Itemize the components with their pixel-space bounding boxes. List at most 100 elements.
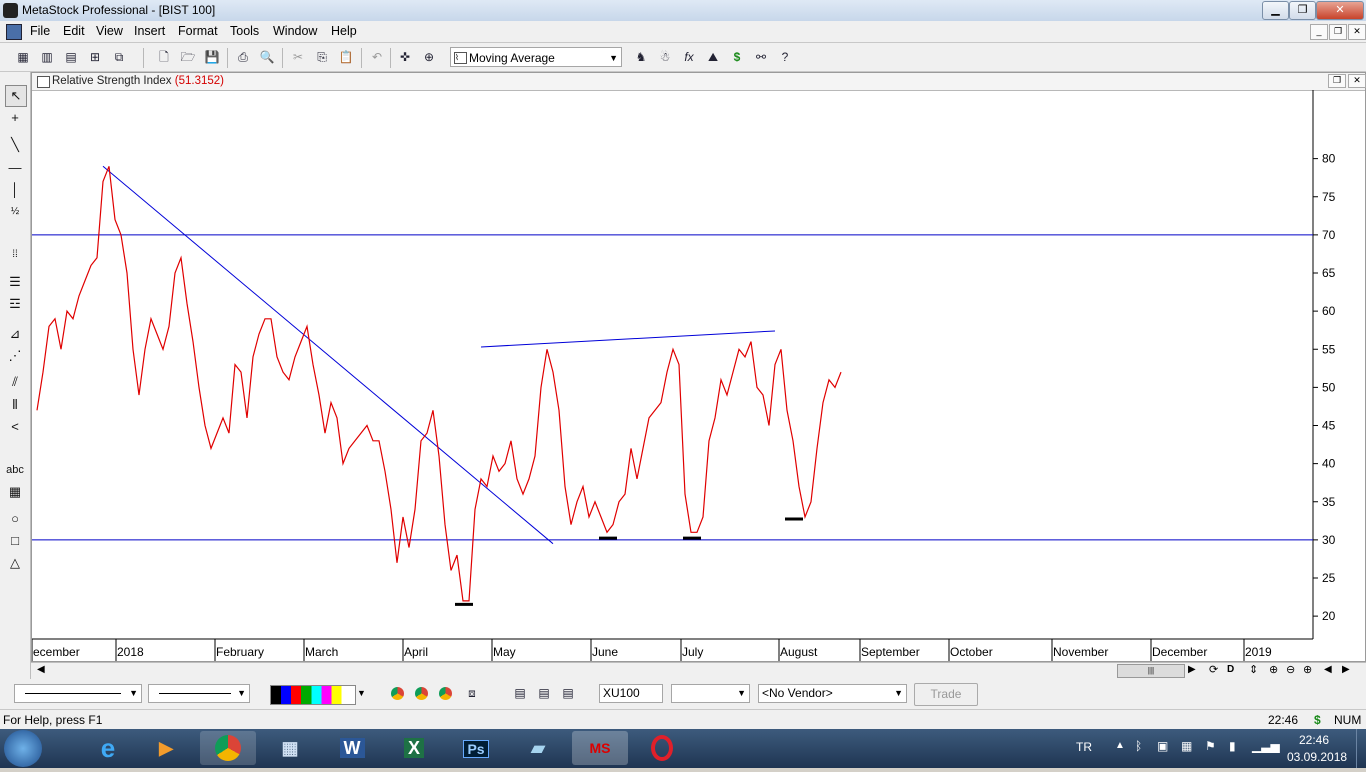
notes-taskbar-icon[interactable]: ▰ — [510, 731, 566, 765]
minimize-button[interactable]: ▁ — [1262, 1, 1289, 20]
mdi-restore-button[interactable]: ❐ — [1329, 24, 1347, 40]
binoculars-icon[interactable]: ⚯ — [752, 48, 770, 66]
line-weight-select[interactable]: ▼ — [148, 684, 250, 703]
time-zones-icon[interactable]: ⦀ — [5, 395, 25, 415]
indicator-select[interactable]: ⌇ Moving Average ▼ — [450, 47, 622, 67]
help-pointer-icon[interactable]: ? — [776, 48, 794, 66]
tray-chevron-icon[interactable]: ▲ — [1115, 740, 1125, 751]
cycle-lines-icon[interactable]: ⁞⁞ — [5, 245, 25, 265]
menu-insert[interactable]: Insert — [134, 24, 165, 38]
menu-view[interactable]: View — [96, 24, 123, 38]
expert-advisor-icon[interactable]: ♞ — [632, 48, 650, 66]
menu-window[interactable]: Window — [273, 24, 317, 38]
trade-button[interactable]: Trade — [914, 683, 978, 706]
cut-icon[interactable]: ✂ — [289, 48, 307, 66]
money-icon[interactable]: $ — [728, 48, 746, 66]
excel-taskbar-icon[interactable]: X — [386, 731, 442, 765]
crosshair-icon[interactable]: ✜ — [396, 48, 414, 66]
formula-icon[interactable]: fx — [680, 48, 698, 66]
metastock-taskbar-icon[interactable]: MS — [572, 731, 628, 765]
open-layout-icon[interactable]: ▦ — [14, 48, 32, 66]
chrome-taskbar-icon[interactable] — [200, 731, 256, 765]
language-indicator[interactable]: TR — [1076, 740, 1092, 754]
pan-left-icon[interactable]: ◀ — [1324, 664, 1332, 675]
triangle-tool-icon[interactable]: △ — [5, 553, 25, 573]
window-layout-icon[interactable]: ▤ — [511, 684, 529, 702]
show-desktop-button[interactable] — [1356, 729, 1366, 768]
explorer-icon[interactable]: ☃ — [656, 48, 674, 66]
word-taskbar-icon[interactable]: W — [324, 731, 380, 765]
text-tool-icon[interactable]: abc — [5, 460, 25, 480]
trendline-icon[interactable]: ╲ — [5, 135, 25, 155]
rsi-chart[interactable]: 20 25 30 35 40 45 50 55 60 65 70 75 80 ecember 2018 Feb… — [32, 90, 1365, 661]
ie-taskbar-icon[interactable]: e — [80, 731, 136, 765]
periodicity-select[interactable]: ▼ — [671, 684, 750, 703]
media-taskbar-icon[interactable]: ▶ — [138, 731, 194, 765]
chrome-shortcut-icon[interactable] — [415, 687, 428, 700]
arc-icon[interactable]: < — [5, 417, 25, 437]
cascade-icon[interactable]: ⧉ — [110, 48, 128, 66]
signal-icon[interactable]: ▁▃▅ — [1252, 739, 1280, 753]
opera-taskbar-icon[interactable] — [634, 731, 690, 765]
chart-restore-button[interactable]: ❐ — [1328, 74, 1346, 88]
menu-tools[interactable]: Tools — [230, 24, 259, 38]
horizontal-scrollbar-thumb[interactable]: ||| — [1117, 664, 1185, 678]
tray-app-icon[interactable]: ▣ — [1157, 739, 1168, 753]
print-icon[interactable]: ⎙ — [234, 48, 252, 66]
tile-vertical-icon[interactable]: ▥ — [38, 48, 56, 66]
symbol-input[interactable]: XU100 — [599, 684, 663, 703]
clock-date[interactable]: 03.09.2018 — [1287, 750, 1347, 764]
horizontal-line-icon[interactable]: — — [5, 158, 25, 178]
pointer-icon[interactable]: ↖ — [5, 85, 27, 107]
pan-right-icon[interactable]: ▶ — [1342, 664, 1350, 675]
tile-grid-icon[interactable]: ⊞ — [86, 48, 104, 66]
mdi-close-button[interactable]: ✕ — [1348, 24, 1366, 40]
scroll-left-arrow[interactable]: ◀ — [37, 664, 45, 675]
color-palette[interactable] — [270, 685, 356, 705]
copy-icon[interactable]: ⎘ — [313, 48, 331, 66]
zoom-out-icon[interactable]: ⊖ — [1286, 663, 1295, 676]
maximize-button[interactable]: ❐ — [1289, 1, 1316, 20]
calculator-taskbar-icon[interactable]: ▦ — [262, 731, 318, 765]
line-style-select[interactable]: ▼ — [14, 684, 142, 703]
menu-help[interactable]: Help — [331, 24, 357, 38]
save-icon[interactable]: 💾 — [203, 48, 221, 66]
chevron-down-icon[interactable]: ▼ — [357, 688, 366, 698]
window-layout-icon[interactable]: ⧈ — [463, 684, 481, 702]
zoom-range-icon[interactable]: ⇕ — [1249, 663, 1258, 676]
chrome-shortcut-icon[interactable] — [391, 687, 404, 700]
zoom-reset-icon[interactable]: ⊕ — [1303, 663, 1312, 676]
photoshop-taskbar-icon[interactable]: Ps — [448, 731, 504, 765]
print-preview-icon[interactable]: 🔍 — [258, 48, 276, 66]
action-center-icon[interactable]: ⚑ — [1205, 739, 1216, 753]
rectangle-tool-icon[interactable]: □ — [5, 531, 25, 551]
power-icon[interactable]: ▮ — [1229, 739, 1236, 753]
periodicity-icon[interactable]: D — [1227, 664, 1234, 675]
ellipse-tool-icon[interactable]: ○ — [5, 509, 25, 529]
menu-format[interactable]: Format — [178, 24, 218, 38]
andrews-pitchfork-icon[interactable]: ⫽ — [5, 372, 25, 392]
bluetooth-icon[interactable]: ᛒ — [1135, 739, 1142, 753]
open-icon[interactable]: 🗁 — [179, 48, 197, 66]
paste-icon[interactable]: 📋 — [337, 48, 355, 66]
undo-icon[interactable]: ↶ — [368, 48, 386, 66]
scroll-right-arrow[interactable]: ▶ — [1188, 664, 1196, 675]
window-layout-icon[interactable]: ▤ — [559, 684, 577, 702]
close-button[interactable]: ✕ — [1316, 1, 1364, 20]
zoom-icon[interactable]: ⊕ — [420, 48, 438, 66]
tile-horizontal-icon[interactable]: ▤ — [62, 48, 80, 66]
vendor-select[interactable]: <No Vendor> ▼ — [758, 684, 907, 703]
menu-edit[interactable]: Edit — [63, 24, 85, 38]
fibonacci-retracement-icon[interactable]: ☰ — [5, 272, 25, 292]
system-tester-icon[interactable]: ⛰ — [704, 48, 722, 66]
menu-file[interactable]: File — [30, 24, 50, 38]
window-layout-icon[interactable]: ▤ — [535, 684, 553, 702]
start-button[interactable] — [4, 730, 42, 767]
mdi-minimize-button[interactable]: _ — [1310, 24, 1328, 40]
vertical-line-icon[interactable]: │ — [5, 180, 25, 200]
chrome-shortcut-icon[interactable] — [439, 687, 452, 700]
clock-time[interactable]: 22:46 — [1299, 733, 1329, 747]
chart-window[interactable]: Relative Strength Index (51.3152) ❐ ✕ 20… — [31, 72, 1366, 662]
gann-fan-icon[interactable]: ⋰ — [5, 346, 25, 366]
new-icon[interactable]: 🗋 — [155, 48, 173, 66]
